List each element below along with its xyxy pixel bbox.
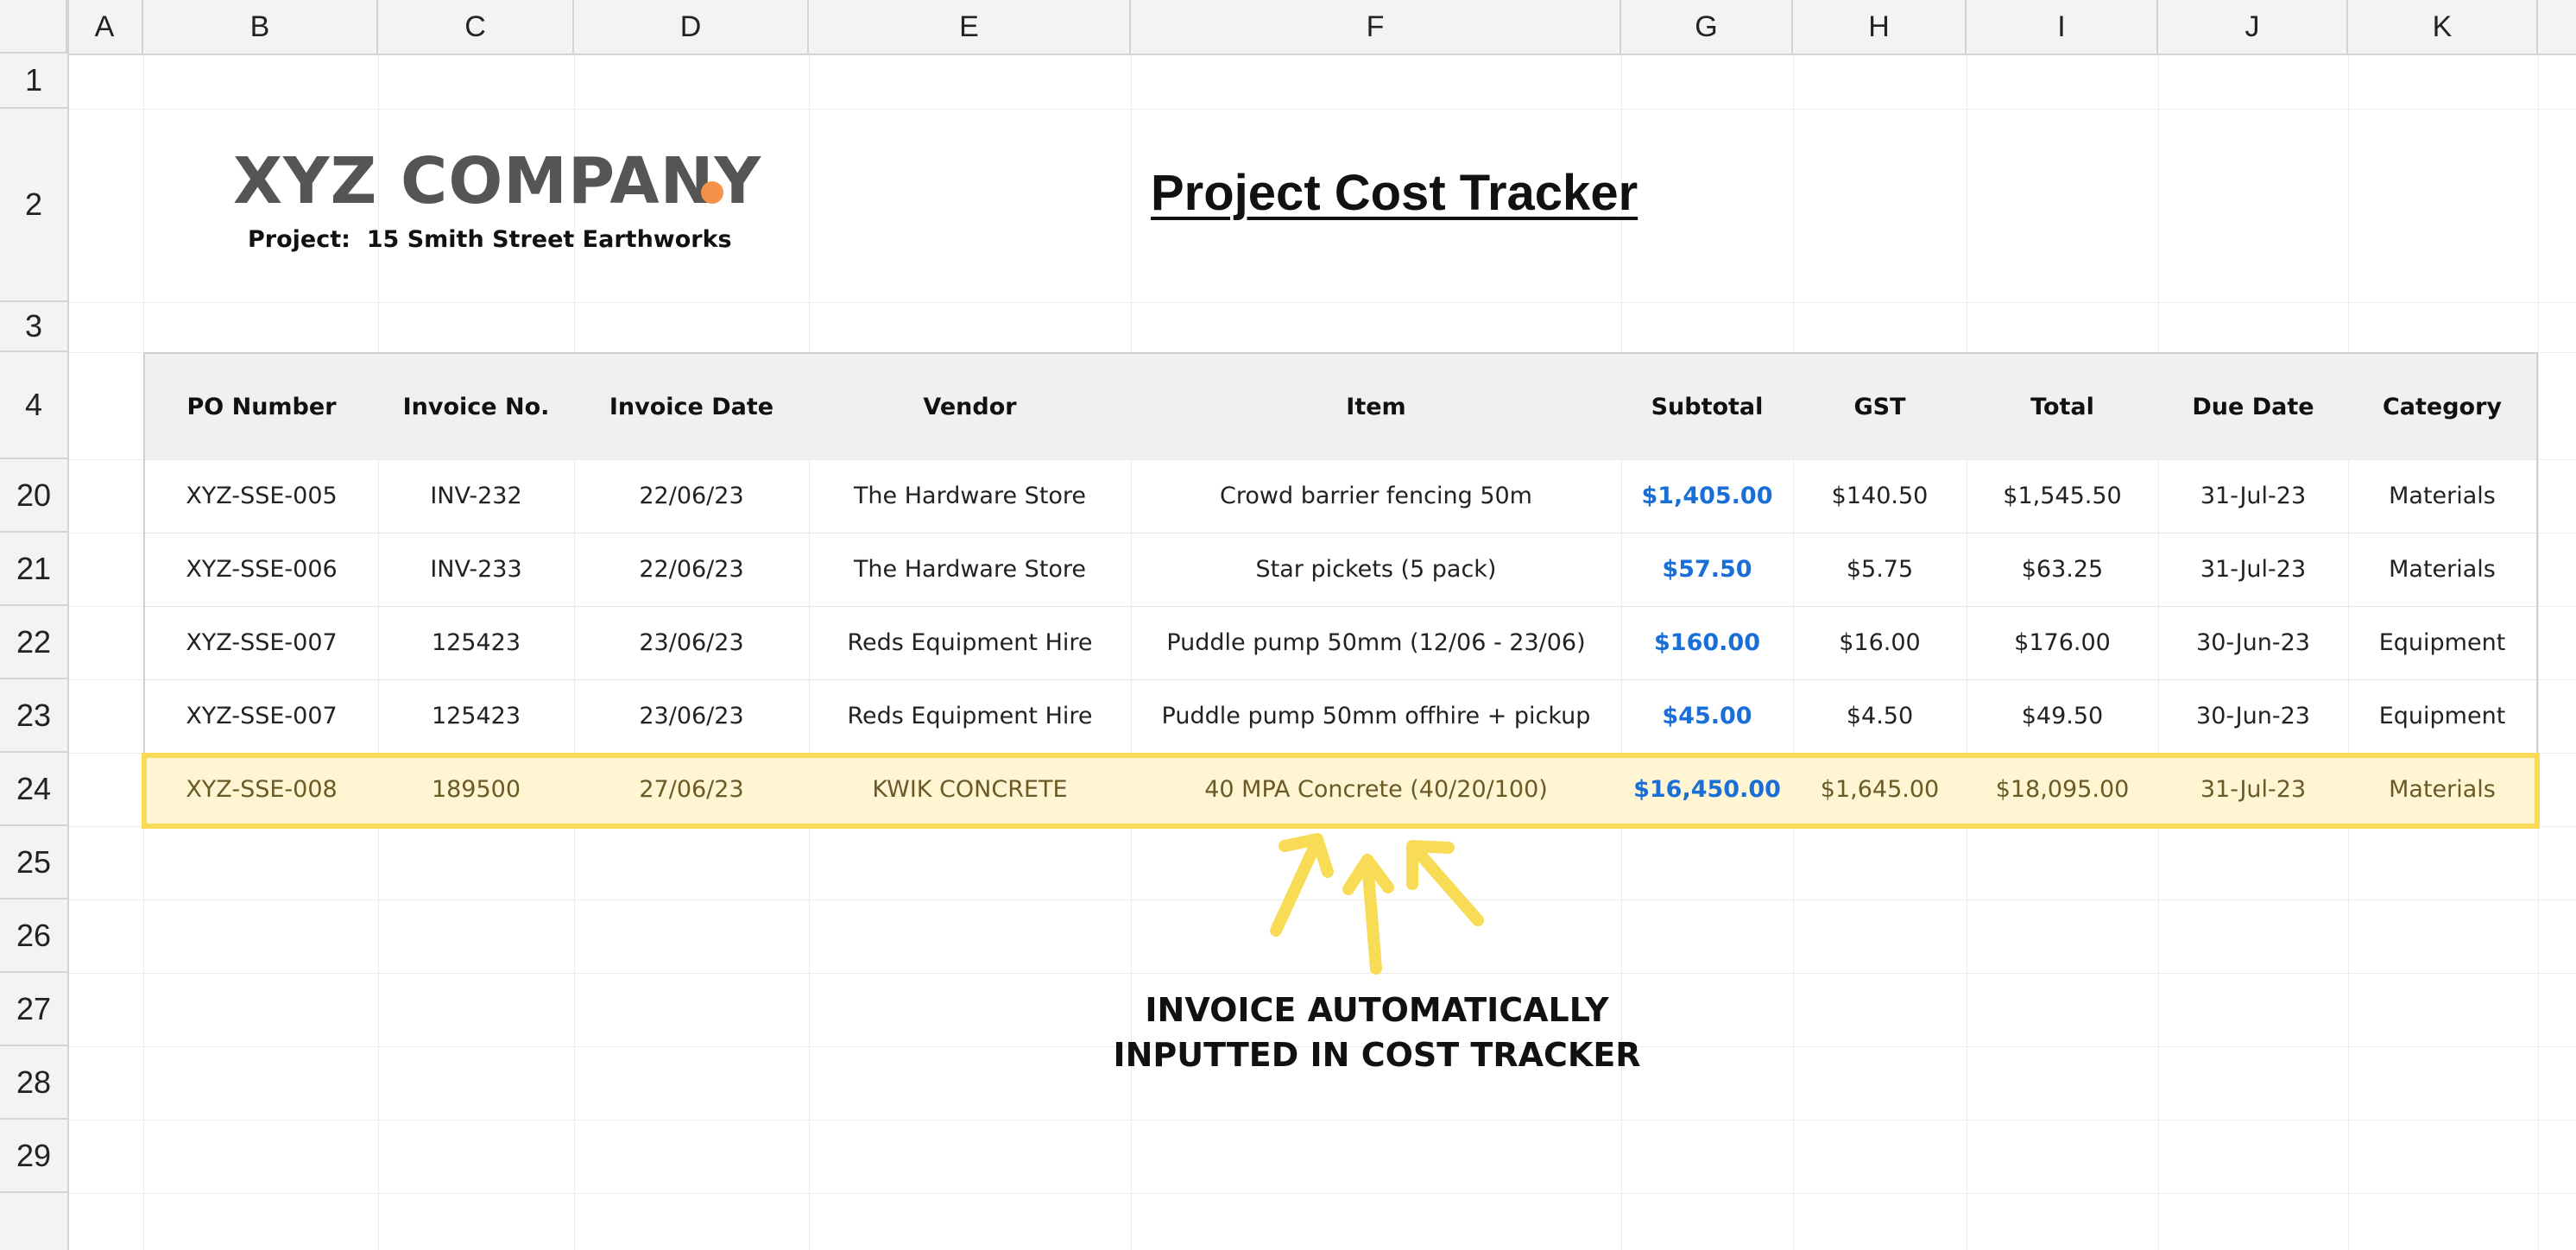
select-all-corner[interactable]: [0, 0, 67, 54]
spreadsheet: A B C D E F G H I J K 1 2 3 4 20 21 22 2…: [0, 0, 2576, 1250]
arrow-icon-center: [1342, 854, 1394, 975]
arrow-icon-left: [1270, 833, 1334, 937]
arrow-icon-right: [1406, 840, 1484, 926]
annotation-line-2: INPUTTED IN COST TRACKER: [1113, 1036, 1641, 1074]
annotation-caption: INVOICE AUTOMATICALLY INPUTTED IN COST T…: [1079, 988, 1675, 1077]
annotation-line-1: INVOICE AUTOMATICALLY: [1145, 991, 1609, 1029]
